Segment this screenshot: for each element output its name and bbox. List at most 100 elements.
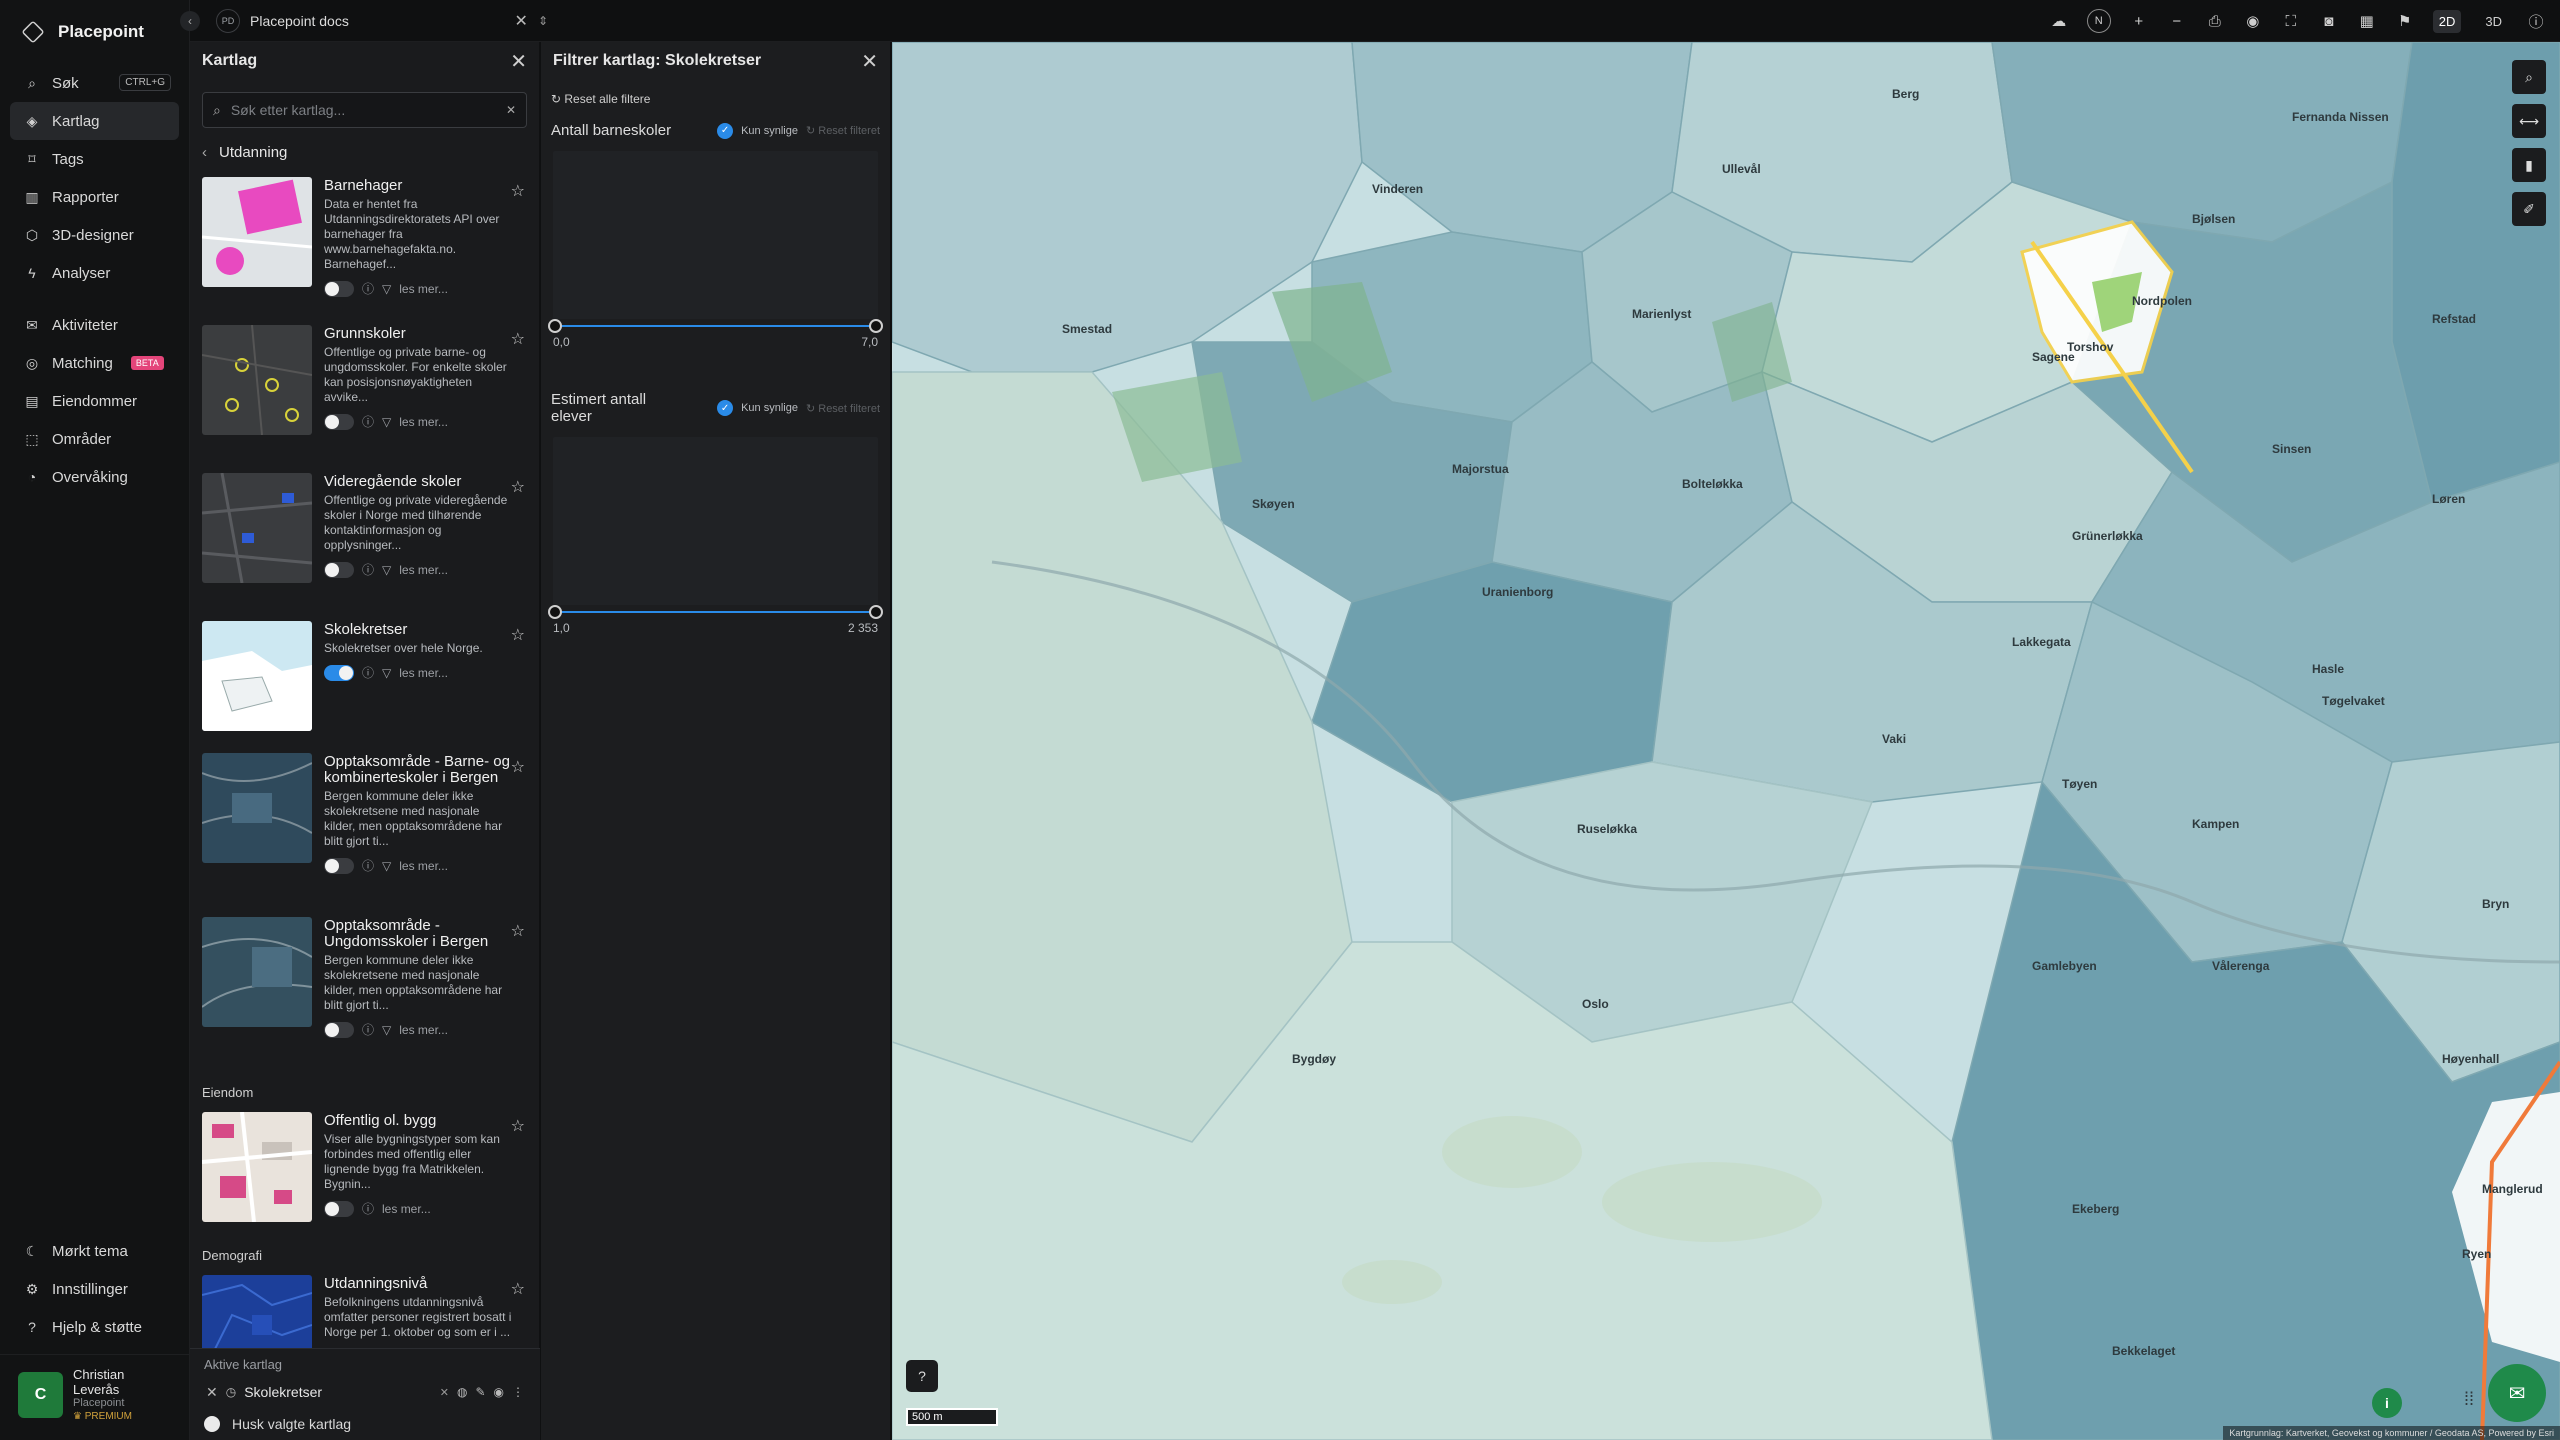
- read-more-link[interactable]: les mer...: [399, 1023, 448, 1037]
- only-visible-label[interactable]: Kun synlige: [741, 402, 798, 414]
- clear-search-icon[interactable]: ✕: [506, 103, 516, 117]
- read-more-link[interactable]: les mer...: [399, 859, 448, 873]
- filter-icon[interactable]: ▽: [382, 563, 391, 577]
- reset-all-button[interactable]: ↻ Reset alle filtere: [541, 80, 890, 114]
- document-tab[interactable]: PD Placepoint docs ✕ ⇕: [216, 8, 556, 33]
- favorite-star-icon[interactable]: ☆: [511, 625, 525, 645]
- checkmark-icon[interactable]: ✓: [717, 400, 734, 416]
- slider-max-handle[interactable]: [869, 319, 883, 333]
- nav-item-3d-designer[interactable]: ⬡ 3D-designer: [10, 216, 179, 254]
- slider-max-handle[interactable]: [869, 605, 883, 619]
- breadcrumb[interactable]: ‹ Utdanning: [202, 144, 527, 161]
- map-help-icon[interactable]: ?: [906, 1360, 938, 1392]
- weather-icon[interactable]: ☁: [2049, 12, 2069, 30]
- layer-search-input[interactable]: [230, 102, 496, 118]
- favorite-star-icon[interactable]: ☆: [511, 181, 525, 201]
- nav-item-mørkt-tema[interactable]: ☾ Mørkt tema: [10, 1232, 180, 1270]
- nav-item-hjelp-støtte[interactable]: ? Hjelp & støtte: [10, 1308, 180, 1346]
- reset-filter-button[interactable]: ↻ Reset filteret: [806, 402, 880, 415]
- drag-grid-icon[interactable]: ⁞⁞: [2464, 1389, 2474, 1410]
- only-visible-label[interactable]: Kun synlige: [741, 125, 798, 137]
- brand[interactable]: Placepoint: [0, 0, 189, 64]
- filter-icon[interactable]: ▽: [382, 859, 391, 873]
- info-icon[interactable]: i: [2372, 1388, 2402, 1418]
- layer-item[interactable]: Videregående skoler Offentlige og private…: [190, 467, 539, 615]
- slider-min-handle[interactable]: [548, 605, 562, 619]
- user-profile[interactable]: C Christian Leverås Placepoint ♛ PREMIUM: [0, 1354, 190, 1440]
- layer-item[interactable]: Offentlig ol. bygg Viser alle bygningsty…: [190, 1106, 539, 1238]
- favorite-star-icon[interactable]: ☆: [511, 477, 525, 497]
- edit-icon[interactable]: ✎: [475, 1385, 485, 1399]
- nav-item-eiendommer[interactable]: ▤ Eiendommer: [10, 382, 179, 420]
- chart-icon[interactable]: ▮: [2512, 148, 2546, 182]
- compass-button[interactable]: N: [2086, 9, 2111, 33]
- remember-layers[interactable]: Husk valgte kartlag: [190, 1406, 540, 1440]
- read-more-link[interactable]: les mer...: [399, 666, 448, 680]
- favorite-star-icon[interactable]: ☆: [511, 329, 525, 349]
- slider-min-handle[interactable]: [548, 319, 562, 333]
- bookmark-icon[interactable]: ⚑: [2395, 12, 2415, 30]
- remember-toggle[interactable]: [204, 1416, 220, 1432]
- visibility-icon[interactable]: ◉: [494, 1385, 504, 1399]
- layer-toggle[interactable]: [324, 664, 354, 681]
- fullscreen-icon[interactable]: ⛶: [2281, 13, 2301, 30]
- nav-item-kartlag[interactable]: ◈ Kartlag: [10, 102, 179, 140]
- nav-item-søk[interactable]: ⌕ Søk CTRL+G: [10, 64, 179, 102]
- filter-icon[interactable]: ▽: [382, 666, 391, 680]
- nav-item-analyser[interactable]: ϟ Analyser: [10, 254, 179, 292]
- layer-item[interactable]: Skolekretser Skolekretser over hele Norge…: [190, 615, 539, 747]
- nav-item-områder[interactable]: ⬚ Områder: [10, 420, 179, 458]
- clear-icon[interactable]: ✕: [440, 1386, 449, 1399]
- read-more-link[interactable]: les mer...: [399, 415, 448, 429]
- nav-item-aktiviteter[interactable]: ✉ Aktiviteter: [10, 306, 179, 344]
- zoom-in-icon[interactable]: +: [2129, 13, 2149, 30]
- layer-toggle[interactable]: [324, 561, 354, 578]
- close-filter-icon[interactable]: ✕: [861, 49, 878, 74]
- nav-item-rapporter[interactable]: ▥ Rapporter: [10, 178, 179, 216]
- style-icon[interactable]: ◍: [457, 1385, 467, 1399]
- layer-item[interactable]: Barnehager Data er hentet fra Utdanningsd…: [190, 171, 539, 319]
- filter-icon[interactable]: ▽: [382, 415, 391, 429]
- remove-layer-icon[interactable]: ✕: [206, 1384, 218, 1401]
- filter-icon[interactable]: ▽: [382, 1023, 391, 1037]
- more-options-icon[interactable]: ⋮: [512, 1385, 524, 1399]
- layer-toggle[interactable]: [324, 280, 354, 297]
- collapse-sidebar-button[interactable]: ‹: [180, 10, 200, 31]
- mode-3d-button[interactable]: 3D: [2479, 10, 2508, 33]
- close-panel-icon[interactable]: ✕: [510, 49, 527, 74]
- favorite-star-icon[interactable]: ☆: [511, 757, 525, 777]
- print-icon[interactable]: ⎙: [2205, 13, 2225, 30]
- info-icon[interactable]: ⓘ: [362, 664, 374, 681]
- chevron-updown-icon[interactable]: ⇕: [538, 14, 548, 28]
- checkmark-icon[interactable]: ✓: [717, 122, 734, 139]
- nav-item-matching[interactable]: ◎ Matching BETA: [10, 344, 179, 382]
- favorite-star-icon[interactable]: ☆: [511, 921, 525, 941]
- info-icon[interactable]: ⓘ: [362, 561, 374, 578]
- reset-filter-button[interactable]: ↻ Reset filteret: [806, 124, 880, 137]
- read-more-link[interactable]: les mer...: [399, 563, 448, 577]
- zoom-out-icon[interactable]: −: [2167, 13, 2187, 30]
- nav-item-tags[interactable]: ⌑ Tags: [10, 140, 179, 178]
- favorite-star-icon[interactable]: ☆: [511, 1279, 525, 1299]
- filter-icon[interactable]: ▽: [382, 282, 391, 296]
- close-doc-icon[interactable]: ✕: [515, 11, 528, 31]
- info-icon[interactable]: ⓘ: [362, 1200, 374, 1217]
- layer-item[interactable]: Grunnskoler Offentlige og private barne- …: [190, 319, 539, 467]
- nav-item-overvåking[interactable]: ◔ Overvåking: [10, 458, 179, 496]
- active-layer-row[interactable]: ✕ ◷ Skolekretser ✕ ◍ ✎ ◉ ⋮: [198, 1378, 532, 1406]
- map-search-icon[interactable]: ⌕: [2512, 60, 2546, 94]
- info-icon[interactable]: ⓘ: [362, 857, 374, 874]
- read-more-link[interactable]: les mer...: [399, 282, 448, 296]
- mode-2d-button[interactable]: 2D: [2432, 9, 2462, 33]
- grid-icon[interactable]: ▦: [2357, 12, 2377, 30]
- range-slider[interactable]: [548, 319, 883, 333]
- map-view[interactable]: Vinderen Ullevål Smestad Marienlyst Torshov N…: [892, 42, 2560, 1440]
- layer-item[interactable]: Opptaksområde - Barne- og kombinerteskol…: [190, 747, 539, 911]
- read-more-link[interactable]: les mer...: [382, 1202, 431, 1216]
- range-slider[interactable]: [548, 605, 883, 619]
- camera-icon[interactable]: ◙: [2319, 13, 2339, 30]
- layer-toggle[interactable]: [324, 1021, 354, 1038]
- info-icon[interactable]: ⓘ: [362, 1021, 374, 1038]
- info-icon[interactable]: ⓘ: [362, 280, 374, 297]
- nav-item-innstillinger[interactable]: ⚙ Innstillinger: [10, 1270, 180, 1308]
